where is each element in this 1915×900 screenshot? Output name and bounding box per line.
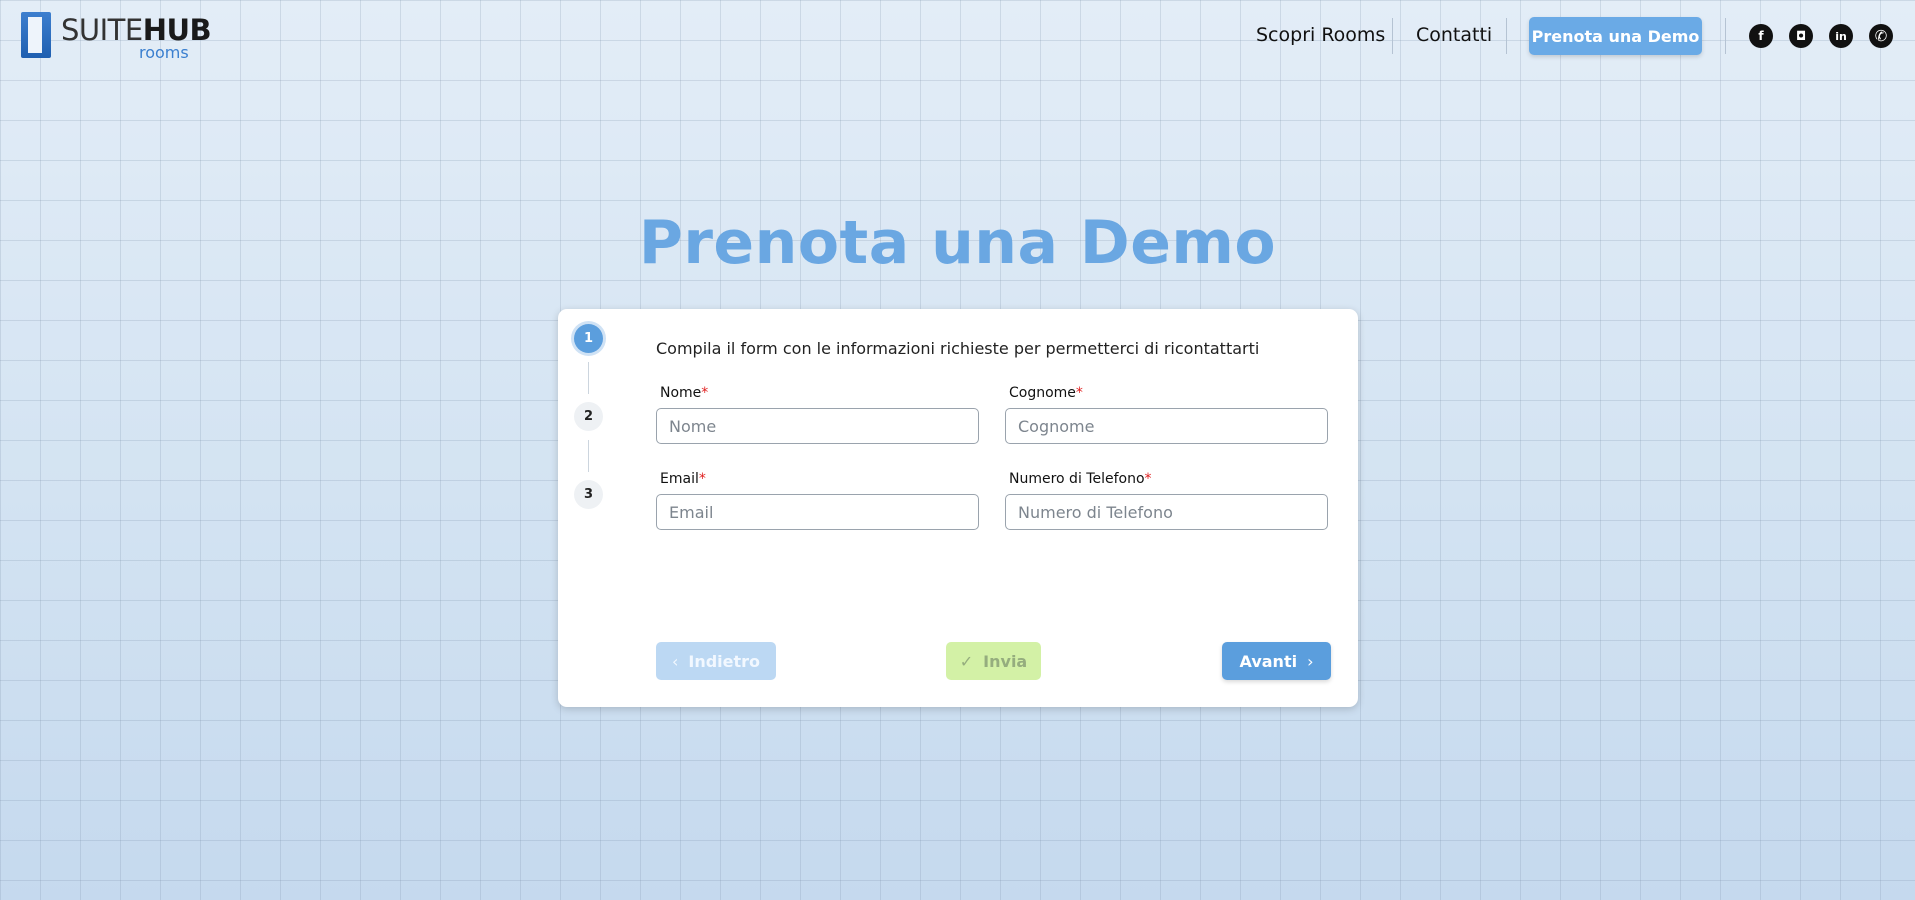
logo-mark-icon: [21, 12, 51, 58]
step-indicator-1: 1: [574, 324, 603, 353]
instagram-icon[interactable]: ◘: [1789, 24, 1813, 48]
required-marker: *: [1144, 471, 1152, 487]
page-title: Prenota una Demo: [638, 208, 1277, 278]
required-marker: *: [698, 471, 706, 487]
required-marker: *: [701, 385, 709, 401]
nav-link-scopri-rooms[interactable]: Scopri Rooms: [1256, 24, 1385, 46]
email-input[interactable]: [656, 494, 979, 530]
form-instructions: Compila il form con le informazioni rich…: [656, 339, 1260, 358]
logo-subtitle: rooms: [139, 43, 189, 62]
required-marker: *: [1075, 385, 1083, 401]
nav-divider: [1725, 18, 1726, 54]
site-header: SUITEHUB rooms Scopri Rooms Contatti Pre…: [0, 0, 1915, 76]
back-button-label: Indietro: [688, 651, 761, 671]
step-indicator-2: 2: [574, 402, 603, 431]
facebook-icon[interactable]: f: [1749, 24, 1773, 48]
logo-wordmark: SUITEHUB: [61, 13, 212, 47]
nav-divider: [1392, 18, 1393, 54]
telefono-label: Numero di Telefono*: [1009, 471, 1152, 487]
send-button-label: Invia: [983, 651, 1028, 671]
back-button[interactable]: ‹ Indietro: [656, 642, 776, 680]
step-indicator-3: 3: [574, 480, 603, 509]
nav-link-contatti[interactable]: Contatti: [1416, 24, 1492, 46]
logo[interactable]: SUITEHUB rooms: [21, 12, 212, 62]
step-connector: [588, 440, 589, 472]
chevron-right-icon: ›: [1307, 651, 1314, 671]
step-connector: [588, 362, 589, 394]
nome-input[interactable]: [656, 408, 979, 444]
telefono-input[interactable]: [1005, 494, 1328, 530]
linkedin-icon[interactable]: in: [1829, 24, 1853, 48]
nav-divider: [1506, 18, 1507, 54]
next-button-label: Avanti: [1239, 651, 1298, 671]
email-label: Email*: [660, 471, 706, 487]
check-icon: ✓: [959, 651, 974, 671]
demo-form-card: 1 2 3 Compila il form con le informazion…: [558, 309, 1358, 707]
chevron-left-icon: ‹: [671, 651, 679, 671]
nome-label: Nome*: [660, 385, 709, 401]
cognome-input[interactable]: [1005, 408, 1328, 444]
cognome-label: Cognome*: [1009, 385, 1083, 401]
send-button[interactable]: ✓ Invia: [946, 642, 1041, 680]
whatsapp-icon[interactable]: ✆: [1869, 24, 1893, 48]
next-button[interactable]: Avanti ›: [1222, 642, 1331, 680]
nav-book-demo-button[interactable]: Prenota una Demo: [1529, 17, 1702, 55]
